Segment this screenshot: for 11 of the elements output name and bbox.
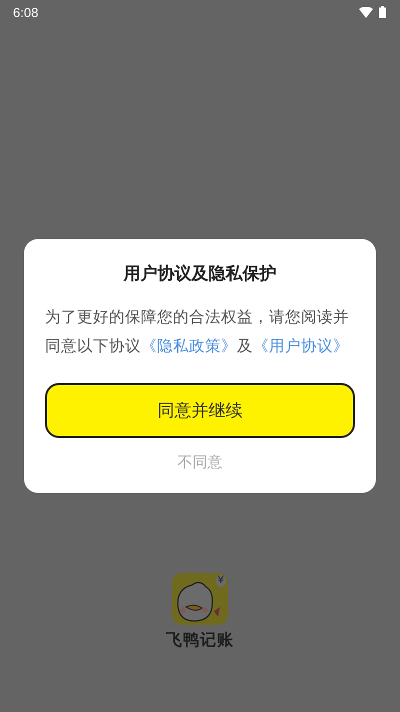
battery-icon <box>379 6 386 18</box>
dialog-title: 用户协议及隐私保护 <box>124 263 276 285</box>
agree-button[interactable]: 同意并继续 <box>45 383 355 438</box>
disagree-button[interactable]: 不同意 <box>178 453 222 472</box>
yen-bubble: ¥ <box>216 575 226 587</box>
wifi-icon <box>359 6 373 18</box>
dialog-message: 为了更好的保障您的合法权益，请您阅读并同意以下协议《隐私政策》及《用户协议》 <box>45 307 350 357</box>
policy-link[interactable]: 《用户协议》 <box>253 337 349 355</box>
status-time: 6:08 <box>13 4 38 20</box>
policy-link[interactable]: 《隐私政策》 <box>141 337 237 355</box>
app-name: 飞鸭记账 <box>166 630 234 651</box>
